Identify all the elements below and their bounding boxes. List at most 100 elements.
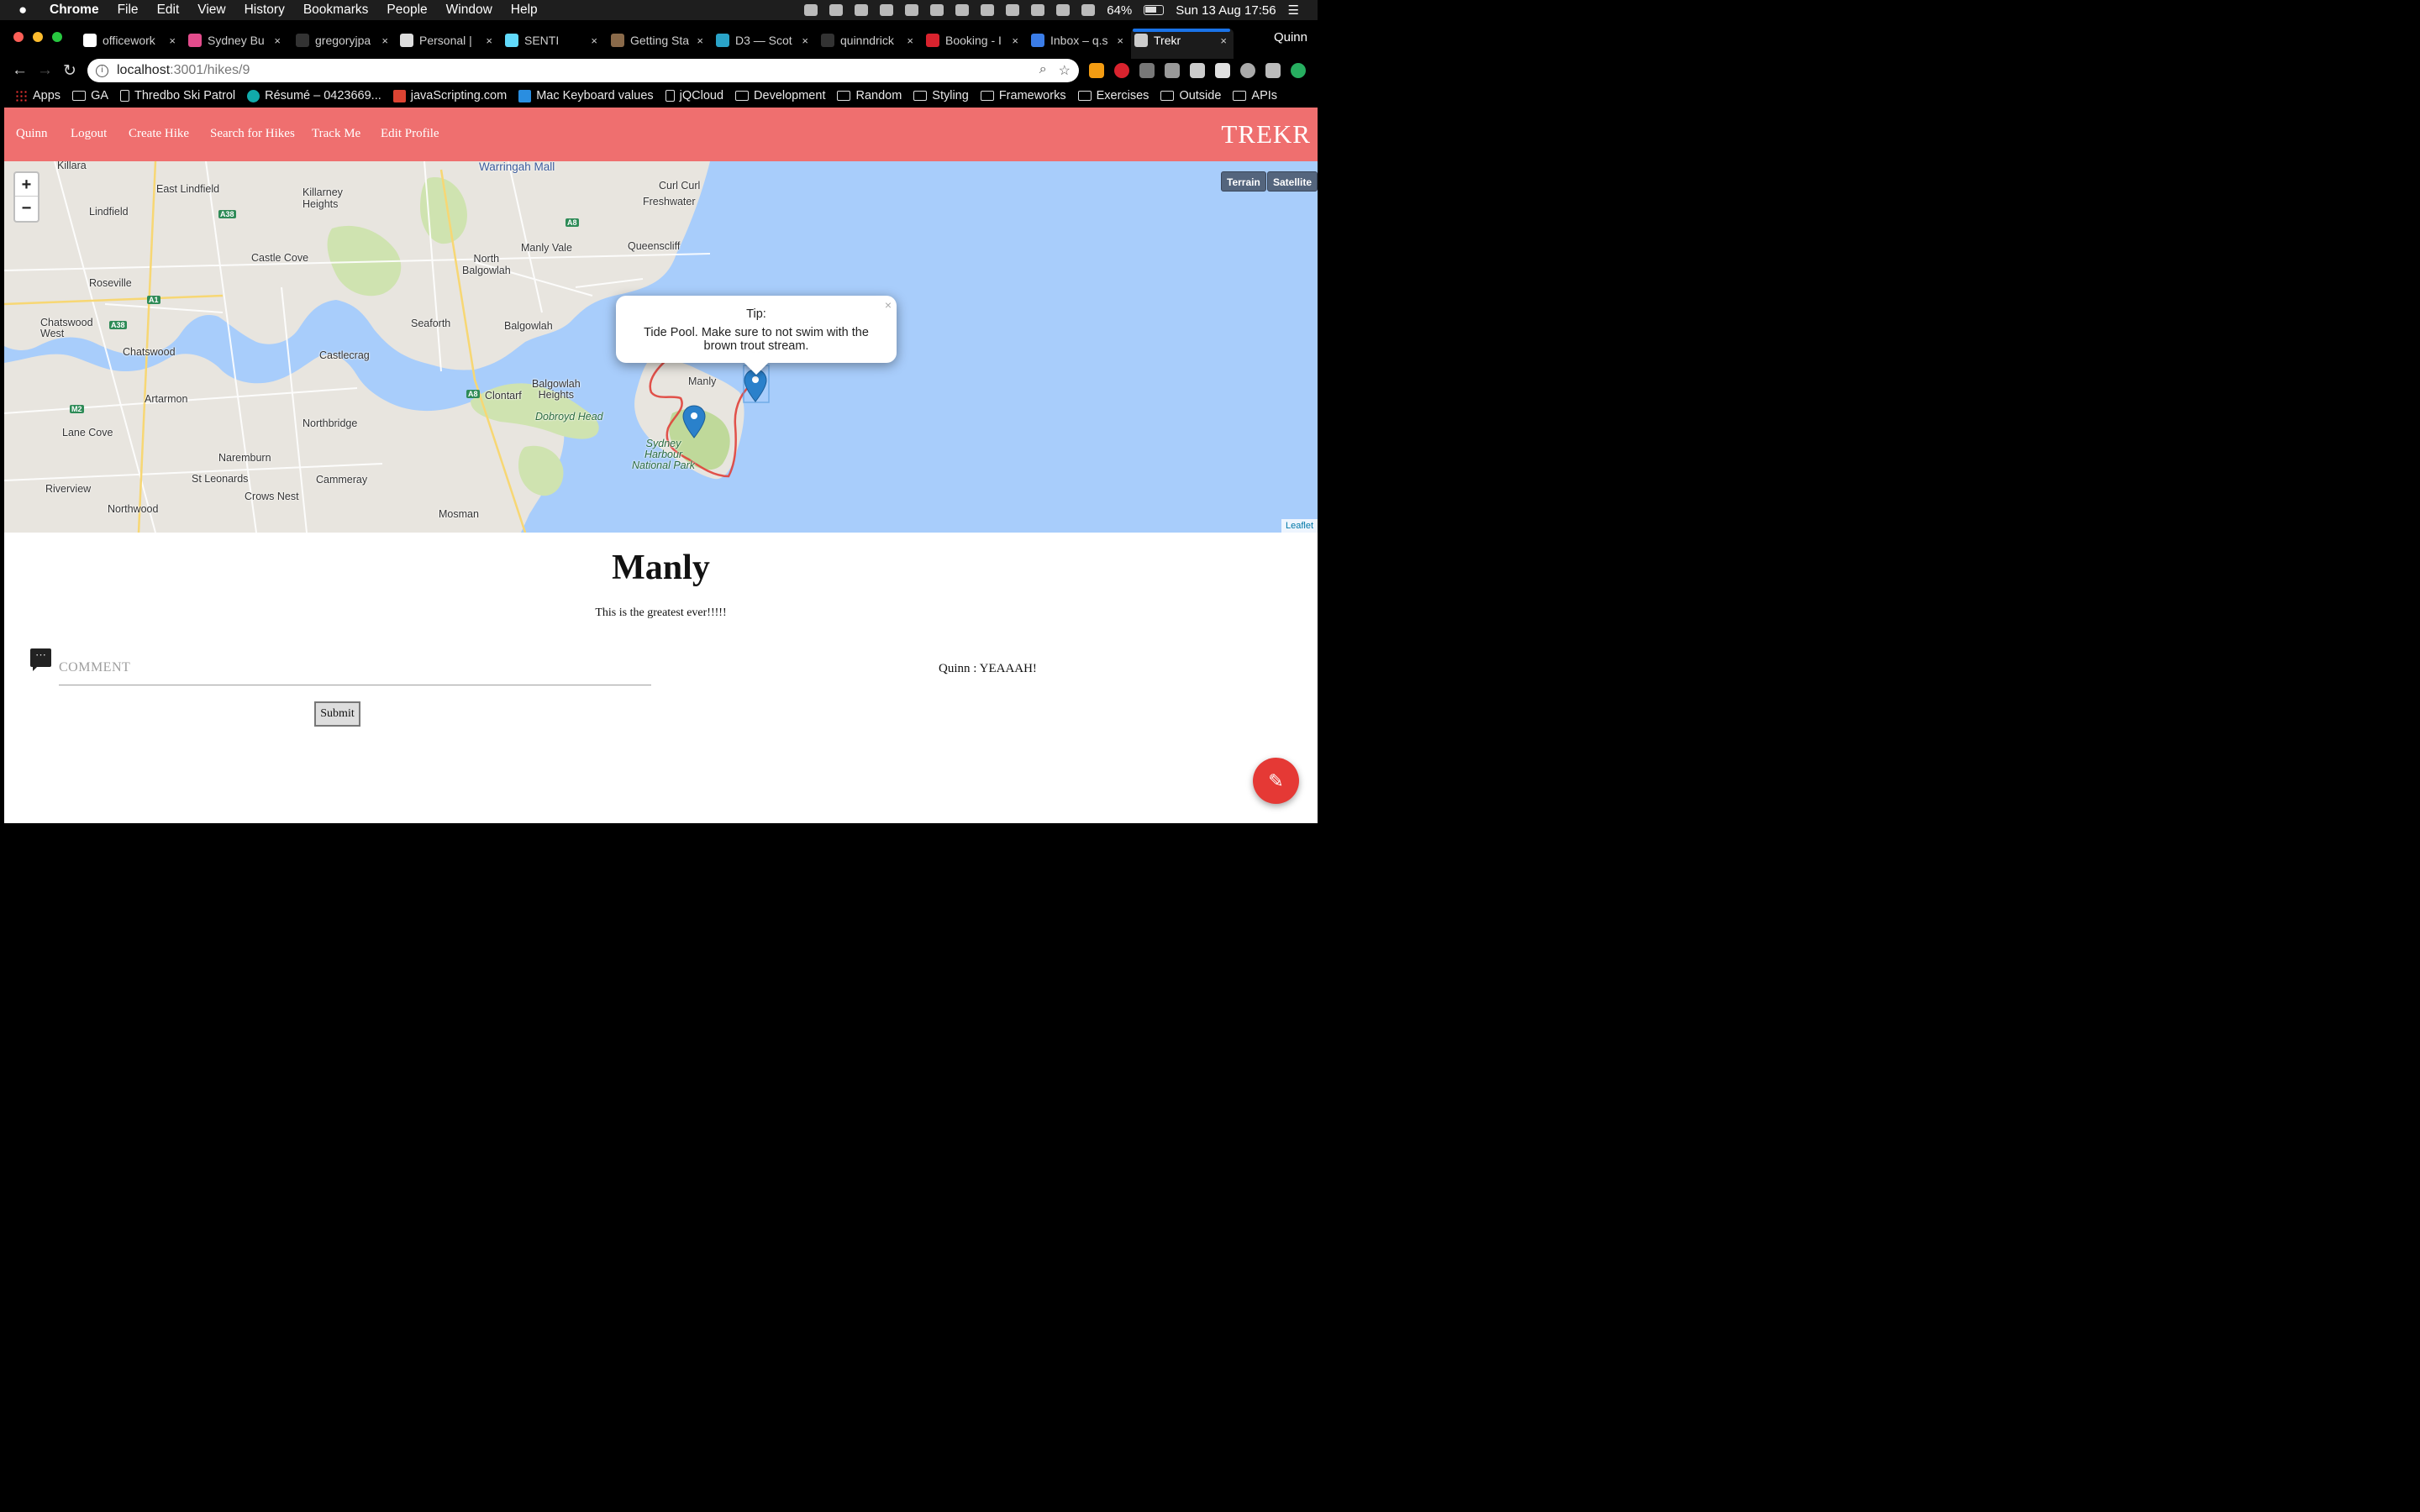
bookmark-item[interactable]: Outside <box>1160 89 1221 102</box>
browser-tab[interactable]: Inbox – q.s × <box>1031 30 1123 50</box>
submit-comment-button[interactable]: Submit <box>314 701 360 727</box>
bookmark-item[interactable]: APIs <box>1233 89 1277 102</box>
tab-title: Trekr <box>1154 34 1181 47</box>
nav-link-track-me[interactable]: Track Me <box>312 127 360 141</box>
bookmark-item[interactable]: GA <box>72 89 108 102</box>
nav-link-search-hikes[interactable]: Search for Hikes <box>210 127 295 141</box>
tab-close-icon[interactable]: × <box>169 34 176 47</box>
tab-close-icon[interactable]: × <box>274 34 281 47</box>
browser-tab[interactable]: Personal | × <box>400 30 492 50</box>
menubar-status-area: 64% Sun 13 Aug 17:56 ☰ <box>804 0 1299 20</box>
browser-tab[interactable]: SENTI × <box>505 30 597 50</box>
site-info-icon[interactable]: i <box>96 64 108 77</box>
tab-close-icon[interactable]: × <box>1220 34 1227 47</box>
tab-close-icon[interactable]: × <box>697 34 703 47</box>
browser-tab[interactable]: gregoryjpa × <box>296 30 388 50</box>
bookmark-item[interactable]: Development <box>735 89 825 102</box>
browser-tab[interactable]: Booking - I × <box>926 30 1018 50</box>
adblock-plus-icon[interactable] <box>1114 63 1129 78</box>
zoom-magnifier-icon[interactable]: ⌕ <box>1039 62 1047 79</box>
menu-history[interactable]: History <box>245 3 285 18</box>
menu-help[interactable]: Help <box>511 3 538 18</box>
bluetooth-icon[interactable] <box>1056 4 1071 16</box>
volume-icon[interactable] <box>1081 4 1096 16</box>
window-zoom-icon[interactable] <box>52 32 62 42</box>
clock[interactable]: Sun 13 Aug 17:56 <box>1176 3 1276 18</box>
apple-icon[interactable]: ● <box>18 2 35 18</box>
tab-close-icon[interactable]: × <box>381 34 388 47</box>
bookmark-item[interactable]: Exercises <box>1077 89 1149 102</box>
extension-copy-icon[interactable] <box>1139 63 1155 78</box>
google-drive-icon[interactable] <box>1215 63 1230 78</box>
nav-link-profile[interactable]: Quinn <box>16 127 48 141</box>
layout-icon[interactable] <box>905 4 919 16</box>
extension-mail-icon[interactable] <box>1165 63 1180 78</box>
siri-icon[interactable] <box>981 4 995 16</box>
address-bar[interactable]: i localhost :3001/hikes/9 ⌕ ☆ <box>87 59 1079 82</box>
tab-close-icon[interactable]: × <box>802 34 808 47</box>
browser-tab[interactable]: Trekr × <box>1134 30 1227 50</box>
zoom-out-button[interactable]: − <box>15 197 38 220</box>
bookmark-item[interactable]: Frameworks <box>980 89 1066 102</box>
bookmark-item[interactable]: Résumé – 0423669... <box>247 89 381 102</box>
bookmark-item[interactable]: Styling <box>913 89 969 102</box>
comment-input[interactable] <box>59 650 651 685</box>
tab-close-icon[interactable]: × <box>486 34 492 47</box>
edit-pencil-icon[interactable]: ✎ <box>1253 758 1299 804</box>
browser-tab[interactable]: quinndrick × <box>821 30 913 50</box>
extension-eraser-icon[interactable] <box>1190 63 1205 78</box>
nav-link-create-hike[interactable]: Create Hike <box>129 127 189 141</box>
cloud-icon[interactable] <box>855 4 869 16</box>
menu-app-name[interactable]: Chrome <box>50 3 99 18</box>
window-minimize-icon[interactable] <box>33 32 43 42</box>
dropbox-icon[interactable] <box>804 4 818 16</box>
wifi-icon[interactable] <box>1031 4 1045 16</box>
browser-tab[interactable]: D3 — Scot × <box>716 30 808 50</box>
bookmark-star-icon[interactable]: ☆ <box>1059 62 1071 79</box>
spotlight-search-icon[interactable] <box>955 4 970 16</box>
nav-link-edit-profile[interactable]: Edit Profile <box>381 127 439 141</box>
forward-arrow-icon[interactable]: → <box>37 61 53 80</box>
menu-view[interactable]: View <box>197 3 225 18</box>
bookmark-item[interactable]: jQCloud <box>665 89 723 102</box>
window-close-icon[interactable] <box>13 32 24 42</box>
menu-edit[interactable]: Edit <box>157 3 180 18</box>
brand-logo[interactable]: TREKR <box>1221 119 1311 150</box>
bookmark-item[interactable]: Mac Keyboard values <box>518 89 654 102</box>
extension-up-arrow-icon[interactable] <box>1291 63 1306 78</box>
bookmark-item[interactable]: Thredbo Ski Patrol <box>120 89 235 102</box>
extension-circle-icon[interactable] <box>1240 63 1255 78</box>
notification-center-icon[interactable]: ☰ <box>1288 3 1299 18</box>
tab-close-icon[interactable]: × <box>907 34 913 47</box>
back-arrow-icon[interactable]: ← <box>12 61 28 80</box>
dots-grid-icon[interactable] <box>829 4 844 16</box>
browser-tab[interactable]: officework × <box>83 30 176 50</box>
extension-off-icon[interactable] <box>1089 63 1104 78</box>
menu-bookmarks[interactable]: Bookmarks <box>303 3 369 18</box>
browser-tab[interactable]: Sydney Bu × <box>188 30 281 50</box>
reload-icon[interactable]: ↻ <box>63 61 76 81</box>
nav-link-logout[interactable]: Logout <box>71 127 107 141</box>
battery-icon[interactable] <box>1144 5 1165 15</box>
browser-tab[interactable]: Getting Sta × <box>611 30 703 50</box>
bookmark-item[interactable]: Random <box>837 89 902 102</box>
hike-map[interactable]: + − Terrain Satellite Warringah Mall Kil… <box>4 161 1318 533</box>
tab-close-icon[interactable]: × <box>591 34 597 47</box>
menu-window[interactable]: Window <box>446 3 492 18</box>
zoom-in-button[interactable]: + <box>15 173 38 197</box>
extension-qr-icon[interactable] <box>1265 63 1281 78</box>
leaflet-attribution-link[interactable]: Leaflet <box>1281 519 1318 533</box>
bookmark-item[interactable]: Apps <box>15 89 60 102</box>
satellite-layer-button[interactable]: Satellite <box>1267 171 1318 192</box>
terrain-layer-button[interactable]: Terrain <box>1221 171 1266 192</box>
profile-button[interactable]: Quinn <box>1274 30 1307 45</box>
bookmark-item[interactable]: javaScripting.com <box>392 89 507 102</box>
menu-people[interactable]: People <box>387 3 427 18</box>
menu-file[interactable]: File <box>118 3 139 18</box>
vpn-icon[interactable] <box>880 4 894 16</box>
airplay-icon[interactable] <box>1006 4 1020 16</box>
tab-close-icon[interactable]: × <box>1117 34 1123 47</box>
tab-close-icon[interactable]: × <box>1012 34 1018 47</box>
lock-icon[interactable] <box>930 4 944 16</box>
popup-close-icon[interactable]: × <box>885 298 892 312</box>
